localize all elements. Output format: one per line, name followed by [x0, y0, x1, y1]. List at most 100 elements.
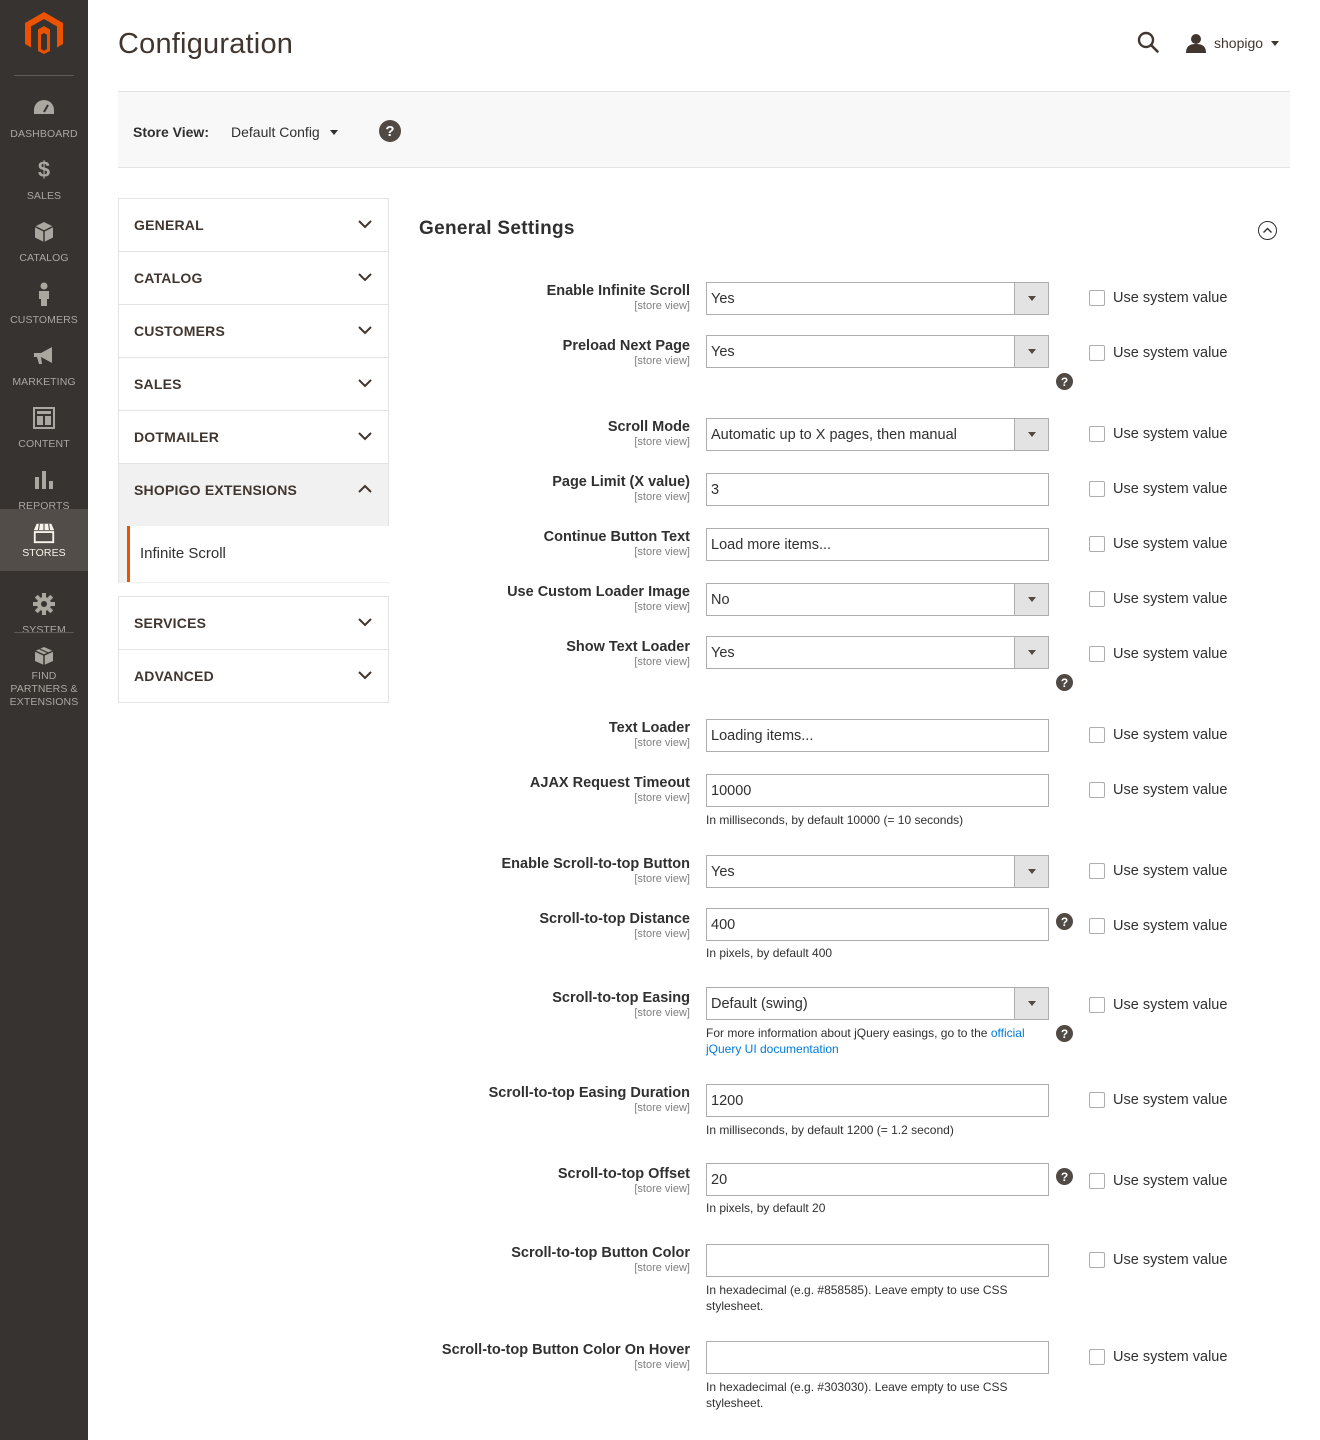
- tab-catalog[interactable]: CATALOG: [118, 251, 389, 305]
- store-view-value: Default Config: [231, 124, 320, 140]
- collapse-icon[interactable]: [1258, 221, 1277, 240]
- tab-general[interactable]: GENERAL: [118, 198, 389, 252]
- scroll-to-top-offset-input[interactable]: 20: [706, 1163, 1049, 1196]
- tab-label: CATALOG: [134, 270, 203, 286]
- tab-infinite-scroll[interactable]: Infinite Scroll: [127, 526, 390, 582]
- nav-marketing[interactable]: MARKETING: [0, 336, 88, 398]
- tab-sales[interactable]: SALES: [118, 357, 389, 411]
- preload-next-page-select[interactable]: Yes: [706, 335, 1049, 368]
- sidebar-divider: [14, 632, 74, 633]
- checkbox[interactable]: [1089, 997, 1105, 1013]
- enable-infinite-scroll-select[interactable]: Yes: [706, 282, 1049, 315]
- button-color-input[interactable]: [706, 1244, 1049, 1277]
- use-system-value[interactable]: Use system value: [1089, 1252, 1227, 1268]
- scroll-mode-select[interactable]: Automatic up to X pages, then manual: [706, 418, 1049, 451]
- nav-dashboard[interactable]: DASHBOARD: [0, 88, 88, 150]
- checkbox[interactable]: [1089, 646, 1105, 662]
- tab-label: GENERAL: [134, 217, 204, 233]
- tab-label: SHOPIGO EXTENSIONS: [134, 482, 298, 498]
- use-system-value[interactable]: Use system value: [1089, 1349, 1227, 1365]
- use-system-value[interactable]: Use system value: [1089, 290, 1227, 306]
- show-text-loader-select[interactable]: Yes: [706, 636, 1049, 669]
- help-icon[interactable]: ?: [379, 120, 401, 142]
- help-icon[interactable]: ?: [1056, 913, 1073, 930]
- page-limit-input[interactable]: 3: [706, 473, 1049, 506]
- checkbox[interactable]: [1089, 1349, 1105, 1365]
- use-system-value[interactable]: Use system value: [1089, 1173, 1227, 1189]
- use-system-value[interactable]: Use system value: [1089, 997, 1227, 1013]
- sidebar-divider: [14, 75, 74, 76]
- nav-label: SYSTEM: [22, 624, 66, 636]
- help-icon[interactable]: ?: [1056, 674, 1073, 691]
- checkbox[interactable]: [1089, 426, 1105, 442]
- checkbox[interactable]: [1089, 918, 1105, 934]
- tab-shopigo-extensions[interactable]: SHOPIGO EXTENSIONS: [118, 463, 389, 517]
- field-label: Scroll-to-top Easing Duration [store view…: [488, 1085, 690, 1114]
- continue-button-text-input[interactable]: Load more items...: [706, 528, 1049, 561]
- magento-logo[interactable]: [25, 12, 63, 54]
- tab-label: SALES: [134, 376, 182, 392]
- help-icon[interactable]: ?: [1056, 1025, 1073, 1042]
- tab-services[interactable]: SERVICES: [118, 596, 389, 650]
- nav-find-partners[interactable]: FIND PARTNERS & EXTENSIONS: [0, 645, 88, 708]
- use-system-value[interactable]: Use system value: [1089, 345, 1227, 361]
- nav-system[interactable]: SYSTEM: [0, 584, 88, 646]
- checkbox[interactable]: [1089, 290, 1105, 306]
- tab-label: DOTMAILER: [134, 429, 220, 445]
- user-menu[interactable]: shopigo: [1186, 30, 1280, 56]
- nav-catalog[interactable]: CATALOG: [0, 212, 88, 274]
- nav-stores[interactable]: STORES: [0, 509, 88, 571]
- checkbox[interactable]: [1089, 1173, 1105, 1189]
- text-loader-input[interactable]: Loading items...: [706, 719, 1049, 752]
- chevron-down-icon: [1014, 856, 1048, 887]
- chevron-down-icon: [1014, 584, 1048, 615]
- use-system-value[interactable]: Use system value: [1089, 727, 1227, 743]
- field-label: Text Loader [store view]: [608, 720, 690, 749]
- tab-customers[interactable]: CUSTOMERS: [118, 304, 389, 358]
- custom-loader-image-select[interactable]: No: [706, 583, 1049, 616]
- checkbox[interactable]: [1089, 1092, 1105, 1108]
- nav-label: STORES: [22, 547, 66, 559]
- use-system-value[interactable]: Use system value: [1089, 782, 1227, 798]
- button-color-hover-input[interactable]: [706, 1341, 1049, 1374]
- checkbox[interactable]: [1089, 1252, 1105, 1268]
- tab-dotmailer[interactable]: DOTMAILER: [118, 410, 389, 464]
- person-icon: [32, 282, 56, 306]
- checkbox[interactable]: [1089, 727, 1105, 743]
- chevron-down-icon: [358, 326, 372, 335]
- ajax-timeout-input[interactable]: 10000: [706, 774, 1049, 807]
- help-icon[interactable]: ?: [1056, 1168, 1073, 1185]
- use-system-value[interactable]: Use system value: [1089, 536, 1227, 552]
- checkbox[interactable]: [1089, 345, 1105, 361]
- use-system-value[interactable]: Use system value: [1089, 646, 1227, 662]
- scroll-to-top-distance-input[interactable]: 400: [706, 908, 1049, 941]
- nav-sales[interactable]: $ SALES: [0, 150, 88, 212]
- help-icon[interactable]: ?: [1056, 373, 1073, 390]
- tab-advanced[interactable]: ADVANCED: [118, 649, 389, 703]
- enable-scroll-to-top-select[interactable]: Yes: [706, 855, 1049, 888]
- nav-label: DASHBOARD: [10, 128, 78, 140]
- checkbox[interactable]: [1089, 863, 1105, 879]
- use-system-value[interactable]: Use system value: [1089, 863, 1227, 879]
- checkbox[interactable]: [1089, 536, 1105, 552]
- scroll-to-top-easing-select[interactable]: Default (swing): [706, 987, 1049, 1020]
- nav-content[interactable]: CONTENT: [0, 398, 88, 460]
- cubes-icon: [32, 645, 56, 669]
- use-system-value[interactable]: Use system value: [1089, 1092, 1227, 1108]
- checkbox[interactable]: [1089, 591, 1105, 607]
- use-system-value[interactable]: Use system value: [1089, 918, 1227, 934]
- use-system-value[interactable]: Use system value: [1089, 481, 1227, 497]
- nav-customers[interactable]: CUSTOMERS: [0, 274, 88, 336]
- chevron-down-icon: [358, 432, 372, 441]
- chevron-down-icon: [1271, 40, 1280, 46]
- search-icon[interactable]: [1136, 30, 1162, 56]
- chevron-down-icon: [358, 671, 372, 680]
- checkbox[interactable]: [1089, 782, 1105, 798]
- field-label: Page Limit (X value) [store view]: [552, 474, 690, 503]
- store-view-switcher[interactable]: Default Config: [231, 124, 338, 140]
- use-system-value[interactable]: Use system value: [1089, 591, 1227, 607]
- use-system-value[interactable]: Use system value: [1089, 426, 1227, 442]
- store-view-bar: Store View: Default Config ?: [118, 91, 1290, 168]
- easing-duration-input[interactable]: 1200: [706, 1084, 1049, 1117]
- checkbox[interactable]: [1089, 481, 1105, 497]
